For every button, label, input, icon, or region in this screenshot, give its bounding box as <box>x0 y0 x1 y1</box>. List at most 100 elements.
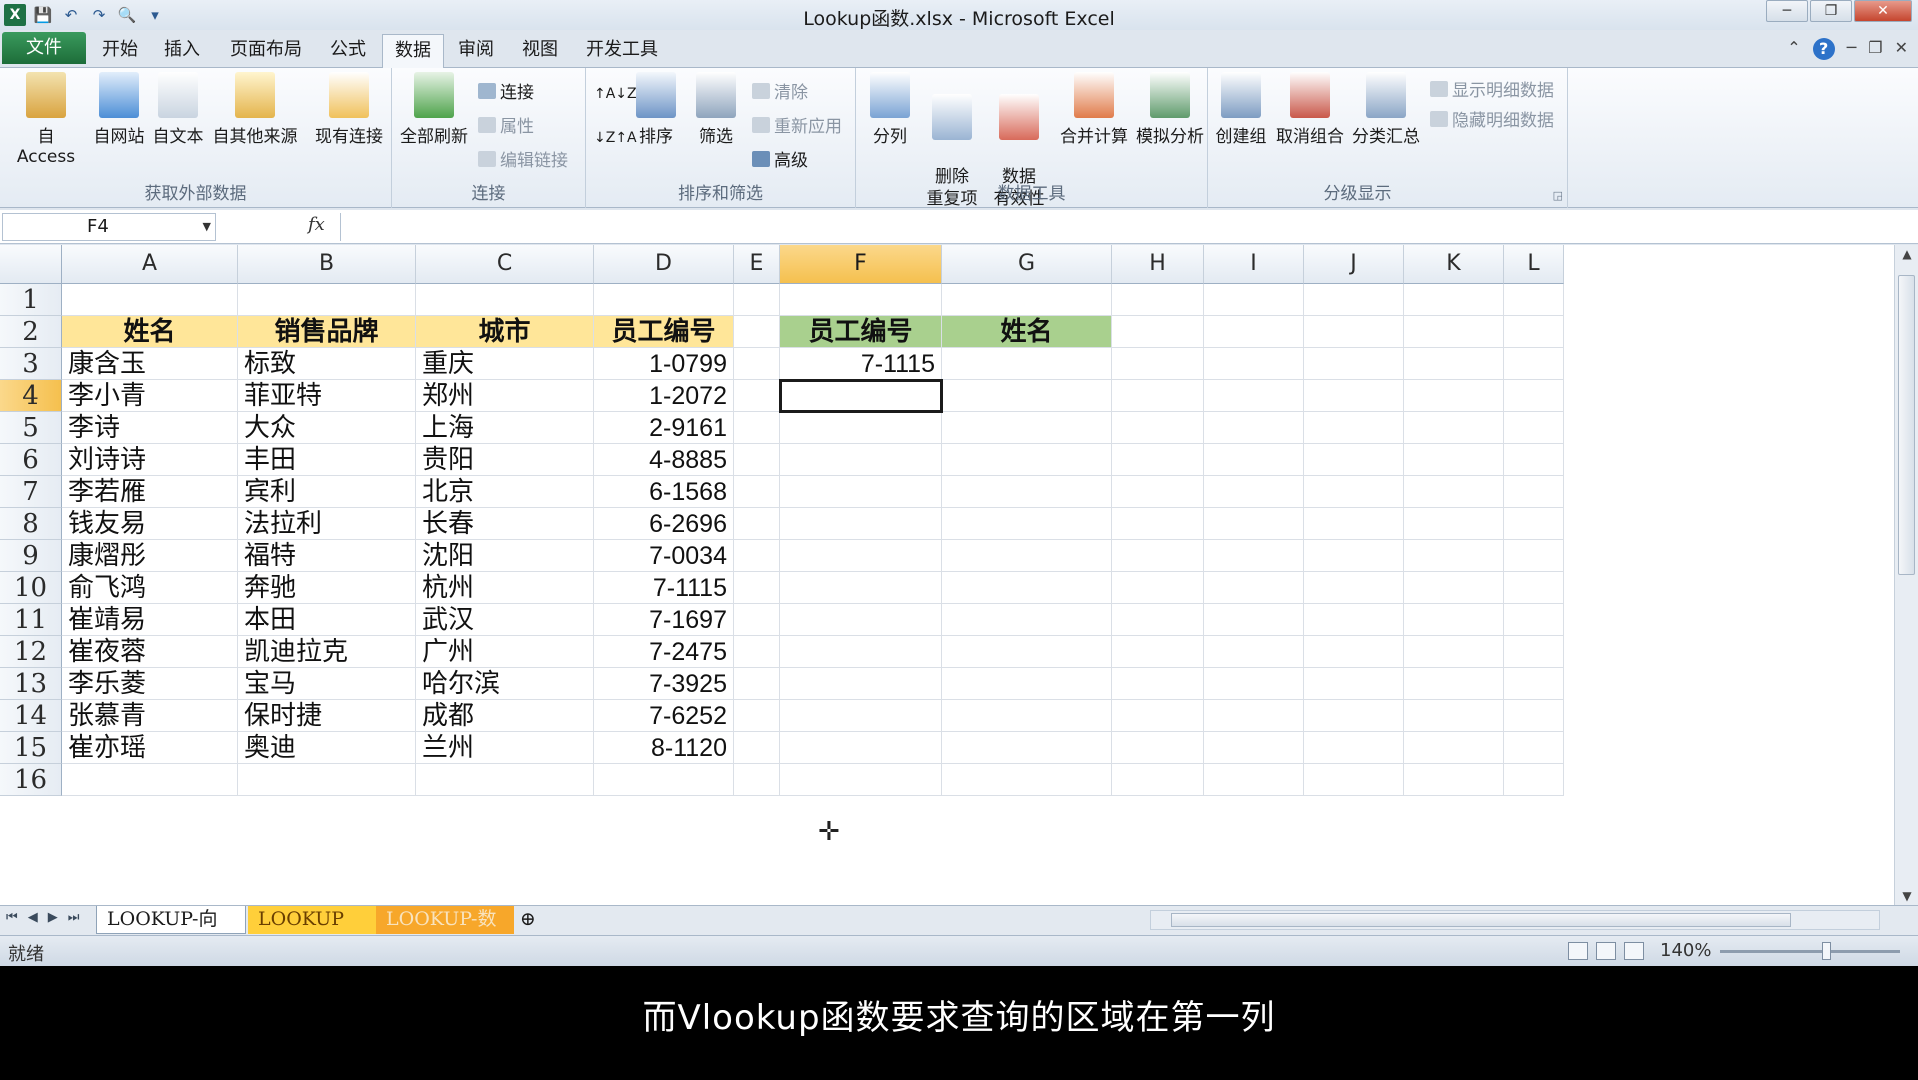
column-header-d[interactable]: D <box>594 245 734 284</box>
grid-cell[interactable] <box>1112 764 1204 796</box>
table-cell[interactable]: 李诗 <box>62 412 238 444</box>
connections-button[interactable]: 连接 <box>478 78 534 103</box>
doc-close-icon[interactable]: ✕ <box>1895 38 1908 60</box>
grid-cell[interactable] <box>1204 412 1304 444</box>
advanced-filter-button[interactable]: 高级 <box>752 146 808 171</box>
table-cell[interactable]: 张慕青 <box>62 700 238 732</box>
insert-sheet-icon[interactable]: ⊕ <box>520 906 550 934</box>
table-cell[interactable]: 李乐菱 <box>62 668 238 700</box>
row-header-11[interactable]: 11 <box>0 604 62 636</box>
table-cell[interactable]: 崔夜蓉 <box>62 636 238 668</box>
grid-cell[interactable] <box>1404 444 1504 476</box>
grid-cell[interactable] <box>734 732 780 764</box>
table-cell[interactable]: 长春 <box>416 508 594 540</box>
grid-cell[interactable] <box>1504 476 1564 508</box>
close-button[interactable]: ✕ <box>1854 0 1912 22</box>
grid-cell[interactable] <box>1112 476 1204 508</box>
grid-cell[interactable] <box>942 540 1112 572</box>
consolidate-button[interactable]: 合并计算 <box>1056 72 1132 147</box>
grid-cell[interactable] <box>1112 700 1204 732</box>
grid-cell[interactable] <box>1204 316 1304 348</box>
refresh-all-button[interactable]: 全部刷新 <box>396 72 472 147</box>
table-cell[interactable]: 广州 <box>416 636 594 668</box>
grid-cell[interactable] <box>942 700 1112 732</box>
sheet-tab-lookup-array[interactable]: LOOKUP-数组 <box>376 906 514 956</box>
table-cell[interactable]: 6-2696 <box>594 508 734 540</box>
grid-cell[interactable] <box>780 604 942 636</box>
table-cell[interactable]: 奔驰 <box>238 572 416 604</box>
grid-cell[interactable] <box>1404 540 1504 572</box>
grid-cell[interactable] <box>1304 508 1404 540</box>
grid-cell[interactable] <box>1112 668 1204 700</box>
grid-cell[interactable] <box>416 764 594 796</box>
grid-cell[interactable] <box>780 732 942 764</box>
column-header-i[interactable]: I <box>1204 245 1304 284</box>
page-layout-view-icon[interactable] <box>1596 942 1616 960</box>
grid-cell[interactable] <box>1504 700 1564 732</box>
group-button[interactable]: 创建组 <box>1210 72 1272 147</box>
table-cell[interactable]: 武汉 <box>416 604 594 636</box>
name-box-dropdown-icon[interactable]: ▼ <box>203 214 211 240</box>
grid-cell[interactable] <box>780 636 942 668</box>
column-header-j[interactable]: J <box>1304 245 1404 284</box>
grid-cell[interactable] <box>1404 348 1504 380</box>
edit-links-button[interactable]: 编辑链接 <box>478 146 568 171</box>
table-header-cell[interactable]: 城市 <box>416 316 594 348</box>
row-header-1[interactable]: 1 <box>0 284 62 316</box>
from-access-button[interactable]: 自 Access <box>6 72 86 167</box>
grid-cell[interactable] <box>1304 668 1404 700</box>
grid-cell[interactable] <box>1404 476 1504 508</box>
grid-cell[interactable] <box>1112 572 1204 604</box>
grid-cell[interactable] <box>1304 412 1404 444</box>
grid-cell[interactable] <box>1204 348 1304 380</box>
grid-cell[interactable] <box>734 380 780 412</box>
lookup-header-cell[interactable]: 员工编号 <box>780 316 942 348</box>
row-header-6[interactable]: 6 <box>0 444 62 476</box>
tab-review[interactable]: 审阅 <box>446 34 506 68</box>
clear-filter-button[interactable]: 清除 <box>752 78 808 103</box>
grid-cell[interactable] <box>1404 668 1504 700</box>
column-header-f[interactable]: F <box>780 245 942 284</box>
grid-cell[interactable] <box>1504 444 1564 476</box>
grid-cell[interactable] <box>1404 508 1504 540</box>
grid-cell[interactable] <box>1112 732 1204 764</box>
grid-cell[interactable] <box>1504 316 1564 348</box>
first-sheet-icon[interactable]: ⏮ <box>6 910 18 925</box>
table-cell[interactable]: 崔亦瑶 <box>62 732 238 764</box>
grid-cell[interactable] <box>942 476 1112 508</box>
row-header-4[interactable]: 4 <box>0 380 62 412</box>
table-cell[interactable]: 兰州 <box>416 732 594 764</box>
tab-developer[interactable]: 开发工具 <box>574 34 670 68</box>
grid-cell[interactable] <box>1112 316 1204 348</box>
grid-cell[interactable] <box>1504 540 1564 572</box>
grid-cell[interactable] <box>1304 764 1404 796</box>
grid-cell[interactable] <box>1504 284 1564 316</box>
table-cell[interactable]: 7-0034 <box>594 540 734 572</box>
from-text-button[interactable]: 自文本 <box>148 72 208 147</box>
grid-cell[interactable] <box>780 476 942 508</box>
grid-cell[interactable] <box>1504 636 1564 668</box>
table-cell[interactable]: 保时捷 <box>238 700 416 732</box>
grid-cell[interactable] <box>734 604 780 636</box>
grid-cell[interactable] <box>1304 732 1404 764</box>
column-header-c[interactable]: C <box>416 245 594 284</box>
grid-cell[interactable] <box>734 348 780 380</box>
grid-cell[interactable] <box>1304 316 1404 348</box>
grid-cell[interactable] <box>942 604 1112 636</box>
grid-cell[interactable] <box>734 572 780 604</box>
insert-function-icon[interactable]: fx <box>308 214 325 235</box>
grid-cell[interactable] <box>1204 764 1304 796</box>
grid-cell[interactable] <box>1204 444 1304 476</box>
sheet-tab-lookup-2[interactable]: LOOKUP -2 <box>248 906 376 956</box>
tab-insert[interactable]: 插入 <box>152 34 212 68</box>
grid-cell[interactable] <box>1204 284 1304 316</box>
row-header-10[interactable]: 10 <box>0 572 62 604</box>
hide-detail-button[interactable]: 隐藏明细数据 <box>1430 106 1554 131</box>
grid-cell[interactable] <box>1504 732 1564 764</box>
grid-cell[interactable] <box>780 284 942 316</box>
subtotal-button[interactable]: 分类汇总 <box>1348 72 1424 147</box>
grid-cell[interactable] <box>1404 284 1504 316</box>
grid-cell[interactable] <box>1304 348 1404 380</box>
grid-cell[interactable] <box>780 508 942 540</box>
grid-cell[interactable] <box>1504 508 1564 540</box>
